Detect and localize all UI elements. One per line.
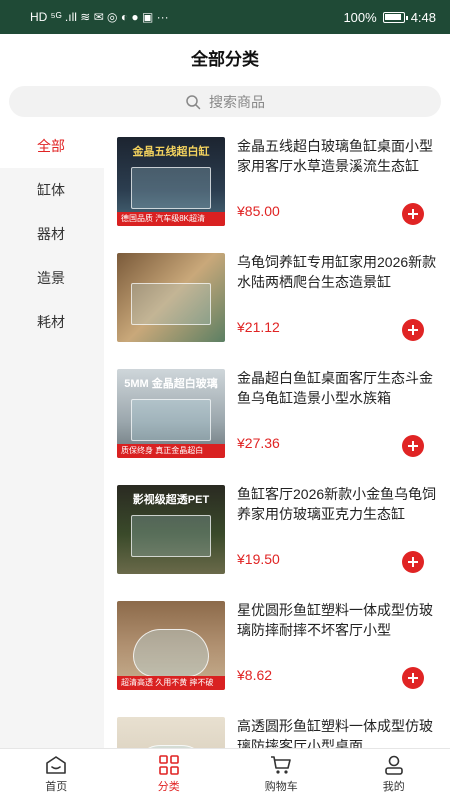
sidebar-item-landscape[interactable]: 造景 <box>0 256 104 300</box>
sidebar-item-label: 耗材 <box>37 314 65 330</box>
tank-illustration <box>131 399 211 441</box>
product-card[interactable]: 金晶五线超白缸 德国品质 汽车级8K超清 金晶五线超白玻璃鱼缸桌面小型家用客厅水… <box>104 124 450 240</box>
tab-category[interactable]: 分类 <box>113 749 226 800</box>
add-to-cart-button[interactable] <box>402 435 424 457</box>
add-to-cart-button[interactable] <box>402 203 424 225</box>
product-price: ¥21.12 <box>237 319 280 335</box>
product-image[interactable]: 金晶五线超白缸 德国品质 汽车级8K超清 <box>117 137 225 226</box>
add-to-cart-button[interactable] <box>402 319 424 341</box>
status-bar: HD ⁵ᴳ .ıll ≋ ✉ ◎ ◐ ● ▣ ··· 100% 4:48 <box>0 0 450 34</box>
product-card[interactable]: 影视级超透PET 鱼缸客厅2026新款小金鱼乌龟饲养家用仿玻璃亚克力生态缸 ¥1… <box>104 472 450 588</box>
sidebar-item-label: 全部 <box>37 138 65 154</box>
bottom-tab-bar: 首页 分类 购物车 我的 <box>0 748 450 800</box>
sidebar-item-label: 器材 <box>37 226 65 242</box>
sidebar-item-all[interactable]: 全部 <box>0 124 104 168</box>
page-title: 全部分类 <box>191 49 259 69</box>
product-image[interactable]: 超清高透 久用不黄 摔不破 <box>117 601 225 690</box>
sidebar-item-equipment[interactable]: 器材 <box>0 212 104 256</box>
tab-label: 分类 <box>157 781 180 793</box>
tank-illustration <box>131 167 211 209</box>
product-price: ¥27.36 <box>237 435 280 451</box>
bowl-illustration <box>133 629 209 677</box>
product-title[interactable]: 金晶五线超白玻璃鱼缸桌面小型家用客厅水草造景溪流生态缸 <box>237 136 437 176</box>
clock: 4:48 <box>410 9 436 25</box>
add-to-cart-button[interactable] <box>402 667 424 689</box>
sidebar-item-label: 造景 <box>37 270 65 286</box>
product-image-text: 影视级超透PET <box>132 494 210 506</box>
product-price: ¥85.00 <box>237 203 280 219</box>
battery-icon <box>382 11 408 23</box>
search-placeholder: 搜索商品 <box>209 93 265 110</box>
status-left-icons: HD ⁵ᴳ .ıll ≋ ✉ ◎ ◐ ● ▣ ··· <box>30 10 169 24</box>
product-image[interactable] <box>117 253 225 342</box>
tab-label: 我的 <box>382 781 405 793</box>
product-image[interactable]: 5MM 金晶超白玻璃 质保终身 真正金晶超白 <box>117 369 225 458</box>
status-right: 100% 4:48 <box>343 10 436 25</box>
product-card[interactable]: 超清高透 久用不黄 摔不破 星优圆形鱼缸塑料一体成型仿玻璃防摔耐摔不坏客厅小型 … <box>104 588 450 704</box>
product-price: ¥8.62 <box>237 667 273 683</box>
tank-illustration <box>131 283 211 325</box>
product-image[interactable]: 影视级超透PET <box>117 485 225 574</box>
product-price: ¥19.50 <box>237 551 280 567</box>
battery-percent: 100% <box>343 9 377 25</box>
user-icon <box>384 755 403 775</box>
status-icons: HD ⁵ᴳ .ıll ≋ ✉ ◎ ◐ ● ▣ ··· <box>30 10 169 24</box>
product-card[interactable]: 乌龟饲养缸专用缸家用2026新款水陆两栖爬台生态造景缸 ¥21.12 <box>104 240 450 356</box>
tab-label: 购物车 <box>264 781 298 793</box>
product-card[interactable]: 5MM 金晶超白玻璃 质保终身 真正金晶超白 金晶超白鱼缸桌面客厅生态斗金鱼乌龟… <box>104 356 450 472</box>
product-image[interactable] <box>117 717 225 748</box>
tab-cart[interactable]: 购物车 <box>225 749 338 800</box>
sidebar-item-label: 缸体 <box>37 182 65 198</box>
product-image-text: 金晶五线超白缸 <box>132 146 210 158</box>
product-image-tag: 质保终身 真正金晶超白 <box>117 444 225 458</box>
product-title[interactable]: 乌龟饲养缸专用缸家用2026新款水陆两栖爬台生态造景缸 <box>237 252 437 292</box>
category-sidebar: 全部 缸体 器材 造景 耗材 <box>0 124 104 748</box>
search-input[interactable]: 搜索商品 <box>9 86 441 117</box>
tab-home[interactable]: 首页 <box>0 749 113 800</box>
product-image-tag: 德国品质 汽车级8K超清 <box>117 212 225 226</box>
cart-icon <box>271 756 292 774</box>
tank-illustration <box>131 515 211 557</box>
add-to-cart-button[interactable] <box>402 551 424 573</box>
product-title[interactable]: 金晶超白鱼缸桌面客厅生态斗金鱼乌龟缸造景小型水族箱 <box>237 368 437 408</box>
tab-label: 首页 <box>45 781 68 793</box>
product-image-tag: 超清高透 久用不黄 摔不破 <box>117 676 225 690</box>
sidebar-item-tank[interactable]: 缸体 <box>0 168 104 212</box>
home-icon <box>46 756 67 774</box>
sidebar-item-consumables[interactable]: 耗材 <box>0 300 104 344</box>
product-title[interactable]: 鱼缸客厅2026新款小金鱼乌龟饲养家用仿玻璃亚克力生态缸 <box>237 484 437 524</box>
product-title[interactable]: 星优圆形鱼缸塑料一体成型仿玻璃防摔耐摔不坏客厅小型 <box>237 600 437 640</box>
product-image-text: 5MM 金晶超白玻璃 <box>124 378 218 390</box>
product-list: 金晶五线超白缸 德国品质 汽车级8K超清 金晶五线超白玻璃鱼缸桌面小型家用客厅水… <box>104 124 450 748</box>
product-title[interactable]: 高透圆形鱼缸塑料一体成型仿玻璃防摔客厅小型桌面 <box>237 716 437 748</box>
search-icon <box>186 94 201 109</box>
tab-profile[interactable]: 我的 <box>338 749 450 800</box>
product-card[interactable]: 高透圆形鱼缸塑料一体成型仿玻璃防摔客厅小型桌面 <box>104 704 450 748</box>
category-icon <box>158 755 179 775</box>
